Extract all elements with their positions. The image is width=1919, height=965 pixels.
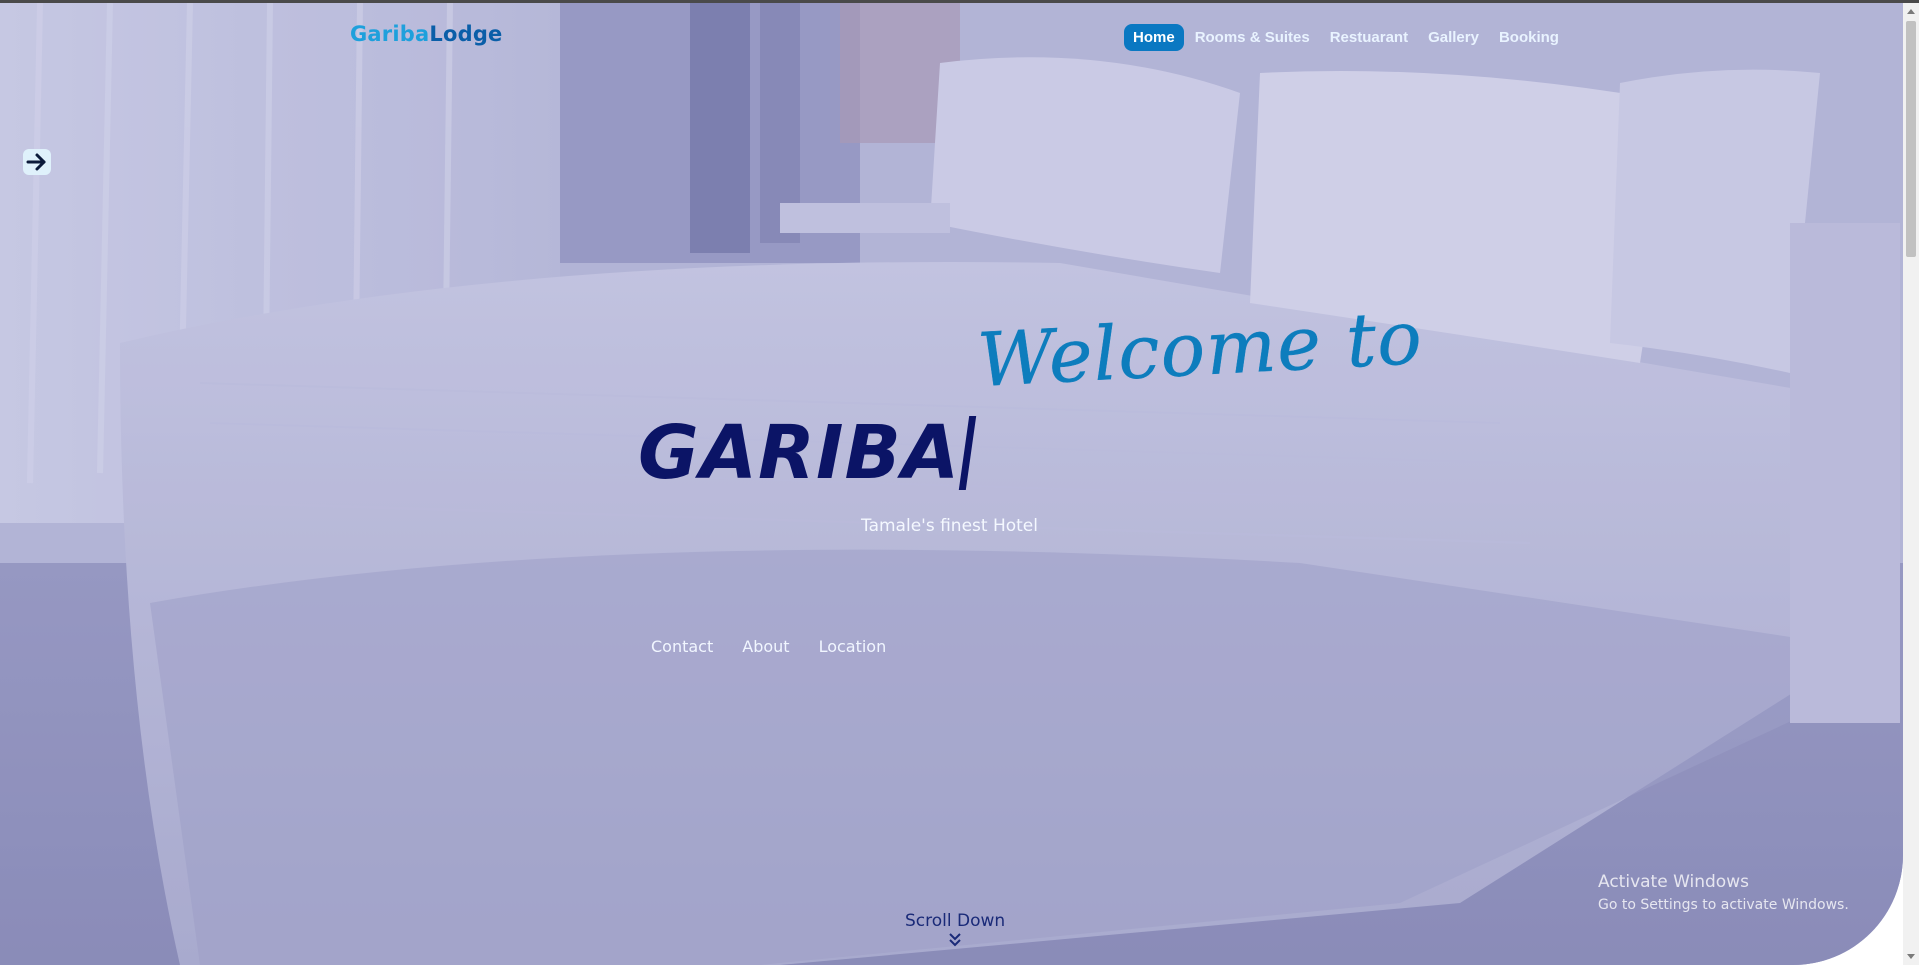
page-scrollbar[interactable] — [1903, 3, 1919, 965]
main-nav: Home Rooms & Suites Restuarant Gallery B… — [1124, 24, 1570, 51]
watermark-title: Activate Windows — [1598, 872, 1749, 892]
nav-item-restaurant[interactable]: Restuarant — [1321, 24, 1417, 51]
double-chevron-down-icon — [949, 933, 961, 947]
link-contact[interactable]: Contact — [651, 637, 713, 656]
hero-links: Contact About Location — [651, 637, 915, 656]
nav-item-home[interactable]: Home — [1124, 24, 1184, 51]
page: GaribaLodge Home Rooms & Suites Restuara… — [0, 0, 1919, 965]
scrollbar-thumb[interactable] — [1906, 21, 1916, 257]
arrow-right-icon — [26, 153, 46, 171]
watermark-subtitle: Go to Settings to activate Windows. — [1598, 897, 1849, 913]
site-logo[interactable]: GaribaLodge — [350, 22, 503, 46]
hero-tagline: Tamale's finest Hotel — [861, 516, 1038, 536]
nav-item-booking[interactable]: Booking — [1490, 24, 1568, 51]
logo-part-lodge: Lodge — [429, 22, 503, 46]
window-top-strip — [0, 0, 1919, 3]
scroll-down-arrow-icon[interactable] — [1907, 954, 1915, 959]
nav-item-gallery[interactable]: Gallery — [1419, 24, 1488, 51]
link-location[interactable]: Location — [819, 637, 887, 656]
scroll-down-button[interactable]: Scroll Down — [905, 911, 1005, 947]
scroll-down-label: Scroll Down — [905, 911, 1006, 931]
nav-item-rooms-suites[interactable]: Rooms & Suites — [1186, 24, 1319, 51]
logo-part-gariba: Gariba — [350, 22, 430, 46]
sidebar-toggle-button[interactable] — [23, 149, 51, 175]
hero-title-text: GARIBA — [638, 410, 961, 496]
scroll-up-arrow-icon[interactable] — [1907, 9, 1915, 14]
windows-activation-watermark: Activate Windows Go to Settings to activ… — [1598, 872, 1849, 913]
hero-title: GARIBA — [638, 410, 977, 496]
link-about[interactable]: About — [742, 637, 789, 656]
